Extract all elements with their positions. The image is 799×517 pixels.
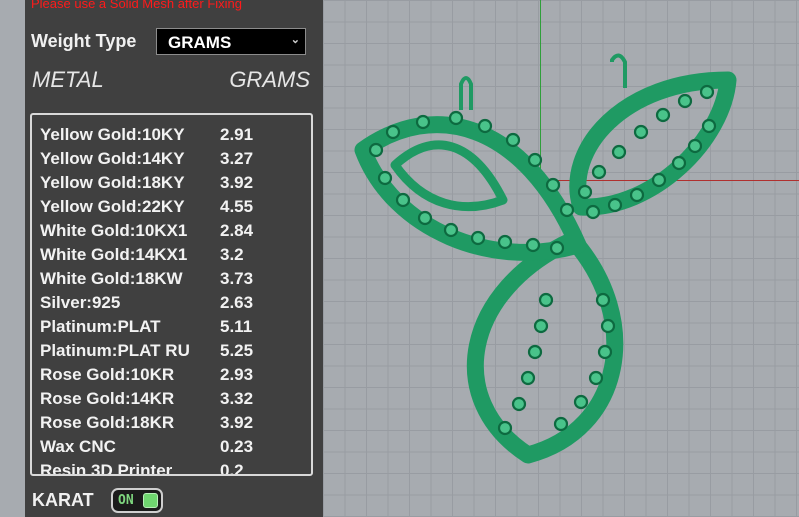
gem-seat	[549, 240, 565, 256]
warning-text: Please use a Solid Mesh after Fixing	[31, 0, 242, 11]
gem-seat	[687, 138, 703, 154]
gem-seat	[415, 114, 431, 130]
gem-seat	[671, 155, 687, 171]
metal-name: Resin 3D Printer	[40, 461, 173, 476]
metal-name: Silver:925	[40, 293, 121, 312]
metal-grams: 3.2	[220, 245, 244, 264]
gem-seat	[559, 202, 575, 218]
gem-seat	[677, 93, 693, 109]
gem-seat	[520, 370, 536, 386]
metal-name: Yellow Gold:14KY	[40, 149, 185, 168]
gem-seat	[633, 124, 649, 140]
gem-seat	[525, 237, 541, 253]
column-header-grams: GRAMS	[229, 67, 310, 92]
petal-left	[354, 116, 587, 261]
gem-seat	[385, 124, 401, 140]
gem-seat	[527, 152, 543, 168]
metal-name: Yellow Gold:22KY	[40, 197, 185, 216]
gem-seat	[553, 416, 569, 432]
gem-seat	[629, 187, 645, 203]
metal-name: Rose Gold:10KR	[40, 365, 175, 384]
metal-name: White Gold:18KW	[40, 269, 183, 288]
gem-seat	[395, 192, 411, 208]
metal-grams: 3.73	[220, 269, 254, 288]
gem-seat	[470, 230, 486, 246]
gem-seat	[538, 292, 554, 308]
metal-name: Platinum:PLAT	[40, 317, 161, 336]
karat-toggle-text: ON	[118, 493, 134, 508]
metal-grams: 0.2	[220, 461, 244, 476]
chevron-down-icon: ⌄	[290, 34, 300, 46]
karat-toggle[interactable]: ON	[111, 488, 163, 513]
gem-seat	[417, 210, 433, 226]
toggle-knob	[143, 493, 158, 508]
metal-grams: 3.92	[220, 173, 254, 192]
weight-type-label: Weight Type	[31, 31, 137, 51]
bail-right	[610, 53, 627, 88]
gem-seat	[611, 144, 627, 160]
gem-seat	[497, 234, 513, 250]
metal-grams: 3.27	[220, 149, 254, 168]
metal-name: Yellow Gold:18KY	[40, 173, 185, 192]
gem-seat	[511, 396, 527, 412]
metal-name: Platinum:PLAT RU	[40, 341, 190, 360]
gem-seat	[591, 164, 607, 180]
gem-seat	[600, 318, 616, 334]
petal-bottom	[466, 231, 624, 464]
metal-grams: 2.91	[220, 125, 254, 144]
gem-seat	[701, 118, 717, 134]
gem-seat	[545, 177, 561, 193]
gem-seat	[505, 132, 521, 148]
metal-name: White Gold:14KX1	[40, 245, 188, 264]
gem-seat	[651, 172, 667, 188]
gem-seat	[585, 204, 601, 220]
gem-seat	[595, 292, 611, 308]
gem-seat	[597, 344, 613, 360]
gem-seat	[368, 142, 384, 158]
pendant-model[interactable]	[323, 0, 799, 517]
gem-seat	[527, 344, 543, 360]
gem-seat	[448, 110, 464, 126]
metal-name: Wax CNC	[40, 437, 116, 456]
gem-seat	[443, 222, 459, 238]
metal-weight-list[interactable]: Yellow Gold:10KY 2.91 Yellow Gold:14KY 3.27…	[30, 113, 313, 476]
gem-seat	[577, 184, 593, 200]
metal-grams: 3.92	[220, 413, 254, 432]
metal-grams: 0.23	[220, 437, 254, 456]
metal-name: Yellow Gold:10KY	[40, 125, 185, 144]
metal-grams: 2.63	[220, 293, 254, 312]
metal-name: White Gold:10KX1	[40, 221, 188, 240]
gem-seat	[533, 318, 549, 334]
gem-seat	[655, 107, 671, 123]
gem-seat	[497, 420, 513, 436]
gem-seat	[588, 370, 604, 386]
bail-left	[459, 76, 473, 110]
weight-type-select[interactable]: GRAMS ⌄	[156, 28, 306, 55]
metal-grams: 2.84	[220, 221, 254, 240]
petal-left-inner	[390, 140, 508, 211]
gem-seat	[377, 170, 393, 186]
3d-viewport[interactable]	[323, 0, 799, 517]
metal-name: Rose Gold:14KR	[40, 389, 175, 408]
gem-seat	[477, 118, 493, 134]
column-header-metal: METAL	[32, 67, 104, 92]
karat-label: KARAT	[32, 490, 94, 510]
metal-grams: 2.93	[220, 365, 254, 384]
metal-grams: 5.11	[220, 317, 253, 336]
weight-panel: Please use a Solid Mesh after Fixing Wei…	[25, 0, 323, 517]
metal-grams: 5.25	[220, 341, 254, 360]
gem-seat	[607, 197, 623, 213]
gem-seat	[699, 84, 715, 100]
metal-name: Rose Gold:18KR	[40, 413, 175, 432]
weight-type-value: GRAMS	[168, 33, 232, 52]
metal-grams: 4.55	[220, 197, 254, 216]
metal-grams: 3.32	[220, 389, 254, 408]
petal-right	[569, 71, 737, 216]
gem-seat	[573, 394, 589, 410]
